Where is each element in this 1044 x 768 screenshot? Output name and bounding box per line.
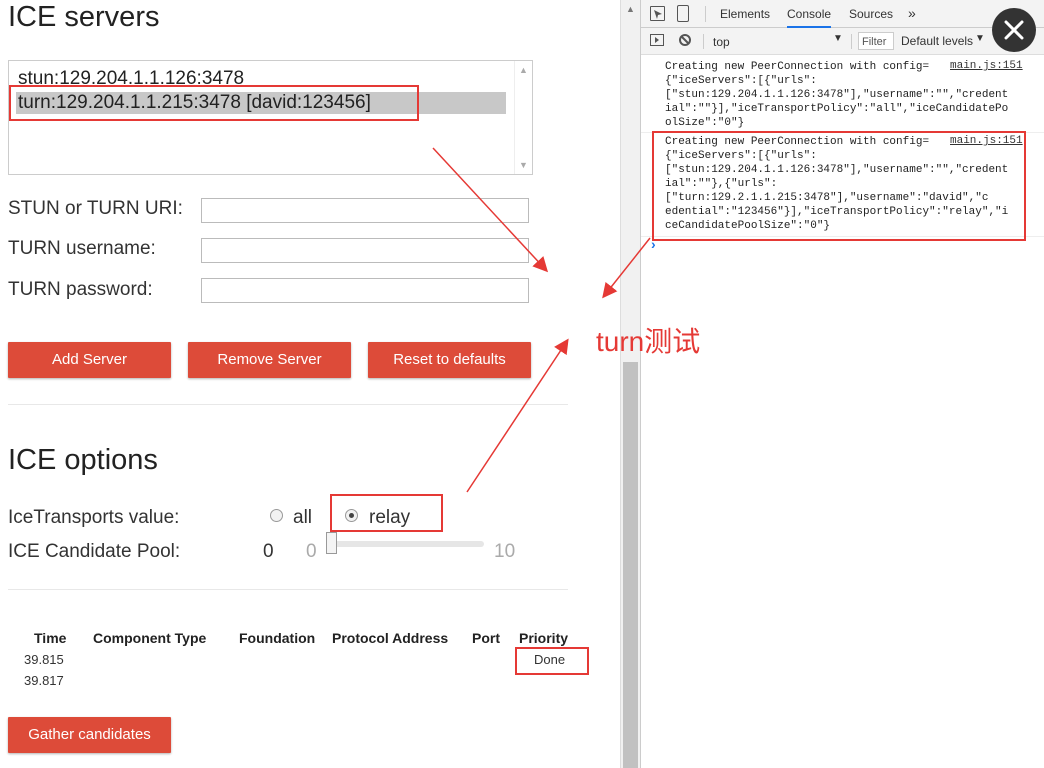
annotation-arrow (432, 147, 549, 273)
annotation-arrow (466, 338, 569, 493)
annotation-arrow (602, 237, 651, 299)
annotation-arrows (432, 147, 651, 493)
annotation-label: turn测试 (596, 326, 701, 357)
